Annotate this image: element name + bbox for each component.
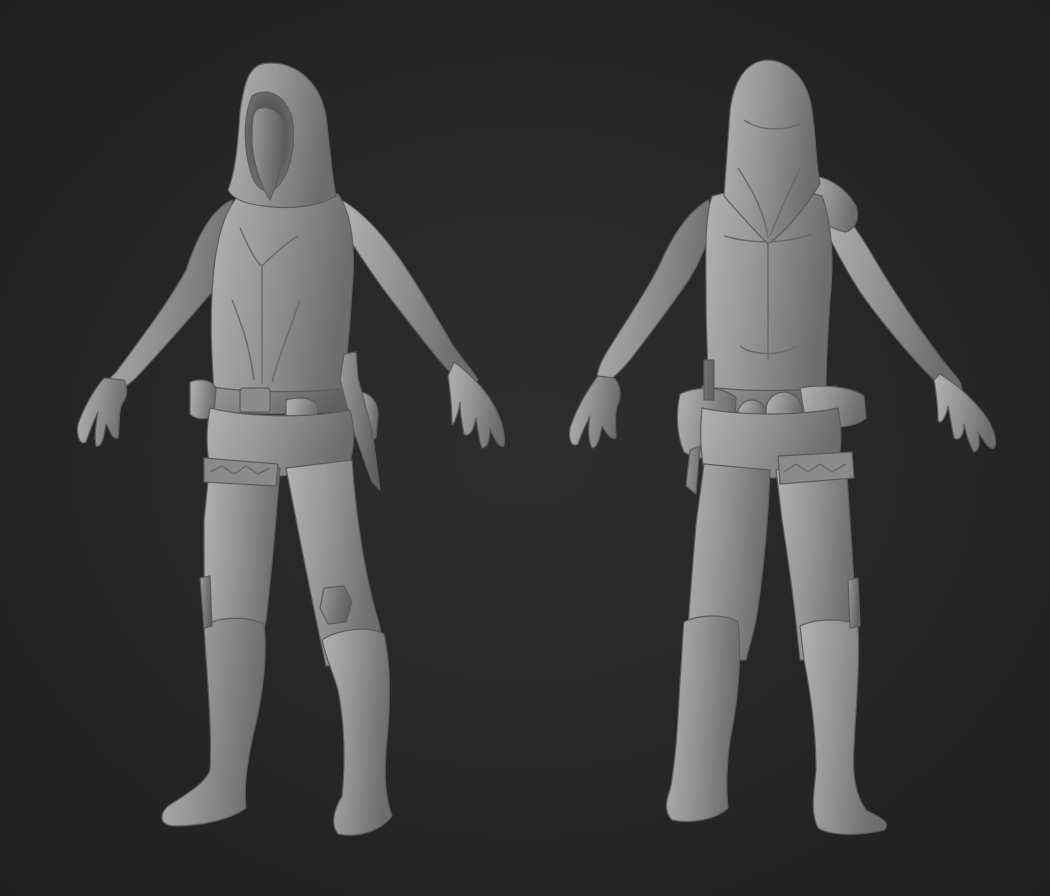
back-view-figure [568,59,997,835]
front-right-hand [447,361,505,449]
back-left-boot [665,615,741,823]
back-right-boot [799,619,888,835]
front-knee-patch [319,585,353,625]
front-right-boot [321,628,393,836]
sculpt-viewport [0,0,1050,896]
front-view-figure [76,62,505,836]
character-turnaround [76,59,997,836]
front-right-arm [337,197,479,384]
back-left-arm [596,199,715,385]
back-boot-knife [847,577,861,629]
front-belt-buckle [239,387,271,413]
front-torso [210,188,355,393]
front-boot-knife [199,575,213,629]
back-right-hand [933,373,997,453]
front-left-hand [76,377,128,447]
front-left-boot [161,617,266,827]
back-left-hand [568,375,621,449]
